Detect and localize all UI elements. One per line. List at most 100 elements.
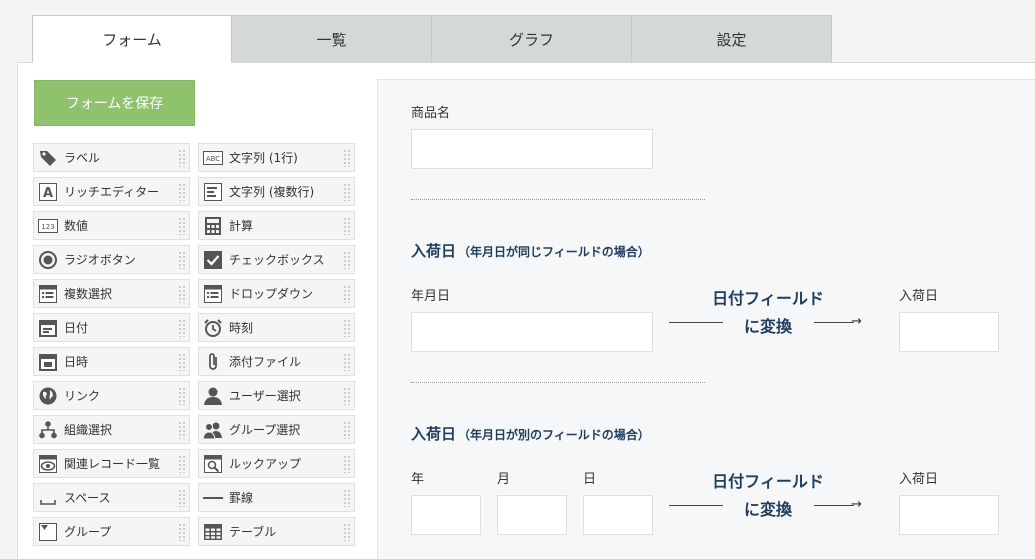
tab-list[interactable]: 一覧 — [232, 15, 432, 63]
drag-handle-icon[interactable] — [178, 183, 185, 201]
user-icon — [203, 386, 223, 406]
palette-item-checkbox[interactable]: チェックボックス — [198, 245, 355, 274]
tab-graph[interactable]: グラフ — [432, 15, 632, 63]
drag-handle-icon[interactable] — [178, 489, 185, 507]
ymd-field[interactable] — [411, 312, 653, 352]
drag-handle-icon[interactable] — [343, 149, 350, 167]
tab-settings[interactable]: 設定 — [632, 15, 832, 63]
palette-item-number[interactable]: 123 数値 — [33, 211, 190, 240]
palette-item-text: 日付 — [64, 321, 89, 335]
divider — [411, 382, 705, 383]
arrow-right-icon: → — [851, 314, 862, 329]
palette-item-text: チェックボックス — [229, 253, 325, 267]
section-title: 入荷日 — [411, 242, 457, 260]
connector-line — [814, 505, 854, 506]
drag-handle-icon[interactable] — [178, 285, 185, 303]
drag-handle-icon[interactable] — [178, 455, 185, 473]
checkbox-icon — [203, 250, 223, 270]
arrival-date-field[interactable] — [899, 495, 999, 535]
conversion-title: 日付フィールド — [712, 289, 824, 308]
drag-handle-icon[interactable] — [343, 523, 350, 541]
radio-icon — [38, 250, 58, 270]
abc-icon: ABC — [203, 148, 223, 168]
palette-item-text: リンク — [64, 389, 101, 403]
drag-handle-icon[interactable] — [343, 319, 350, 337]
palette-item-rich-editor[interactable]: A リッチエディター — [33, 177, 190, 206]
conversion-title: 日付フィールド — [712, 472, 824, 491]
drag-handle-icon[interactable] — [343, 251, 350, 269]
palette-item-single-line-text[interactable]: ABC 文字列 (1行) — [198, 143, 355, 172]
drag-handle-icon[interactable] — [343, 455, 350, 473]
drag-handle-icon[interactable] — [178, 353, 185, 371]
palette-item-text: グループ選択 — [229, 423, 301, 437]
drag-handle-icon[interactable] — [178, 387, 185, 405]
palette-item-text: ラベル — [64, 151, 101, 165]
palette-item-dropdown[interactable]: ドロップダウン — [198, 279, 355, 308]
product-name-field[interactable] — [411, 129, 653, 169]
drag-handle-icon[interactable] — [343, 183, 350, 201]
palette-item-group[interactable]: グループ — [33, 517, 190, 546]
palette-item-link[interactable]: リンク — [33, 381, 190, 410]
palette-item-space[interactable]: スペース — [33, 483, 190, 512]
drag-handle-icon[interactable] — [343, 421, 350, 439]
arrival-date-label: 入荷日 — [899, 289, 939, 304]
arrival-date-label: 入荷日 — [899, 472, 939, 487]
palette-item-date[interactable]: 日付 — [33, 313, 190, 342]
svg-text:123: 123 — [41, 223, 54, 231]
tab-form[interactable]: フォーム — [32, 15, 232, 63]
drag-handle-icon[interactable] — [178, 523, 185, 541]
palette-item-related-records[interactable]: 関連レコード一覧 — [33, 449, 190, 478]
save-form-button[interactable]: フォームを保存 — [34, 80, 195, 126]
drag-handle-icon[interactable] — [343, 489, 350, 507]
palette-item-text: スペース — [64, 491, 111, 505]
arrow-right-icon: → — [851, 497, 862, 512]
drag-handle-icon[interactable] — [178, 251, 185, 269]
palette-item-table[interactable]: テーブル — [198, 517, 355, 546]
palette-item-text: テーブル — [229, 525, 277, 539]
arrival-date-field[interactable] — [899, 312, 999, 352]
palette-item-attachment[interactable]: 添付ファイル — [198, 347, 355, 376]
palette-item-time[interactable]: 時刻 — [198, 313, 355, 342]
drag-handle-icon[interactable] — [178, 149, 185, 167]
palette-item-text: 日時 — [64, 355, 89, 369]
related-records-icon — [38, 454, 58, 474]
day-field[interactable] — [583, 495, 653, 535]
palette-item-lookup[interactable]: ルックアップ — [198, 449, 355, 478]
drag-handle-icon[interactable] — [343, 217, 350, 235]
calculator-icon — [203, 216, 223, 236]
palette-item-calc[interactable]: 計算 — [198, 211, 355, 240]
svg-text:A: A — [43, 186, 53, 201]
drag-handle-icon[interactable] — [178, 217, 185, 235]
drag-handle-icon[interactable] — [343, 285, 350, 303]
section-heading: 入荷日 （年月日が別のフィールドの場合） — [411, 423, 650, 444]
drag-handle-icon[interactable] — [343, 387, 350, 405]
drag-handle-icon[interactable] — [178, 421, 185, 439]
space-icon — [38, 488, 58, 508]
year-field[interactable] — [411, 495, 481, 535]
svg-text:ABC: ABC — [206, 155, 220, 163]
org-icon — [38, 420, 58, 440]
palette-item-border-line[interactable]: 罫線 — [198, 483, 355, 512]
palette-item-radio[interactable]: ラジオボタン — [33, 245, 190, 274]
conversion-subtitle: に変換 — [743, 317, 792, 336]
palette-item-user-select[interactable]: ユーザー選択 — [198, 381, 355, 410]
palette-item-datetime[interactable]: 日時 — [33, 347, 190, 376]
drag-handle-icon[interactable] — [343, 353, 350, 371]
palette-item-multi-select[interactable]: 複数選択 — [33, 279, 190, 308]
group-field-icon — [38, 522, 58, 542]
section-subtitle: （年月日が同じフィールドの場合） — [458, 245, 650, 259]
palette-item-text: ラジオボタン — [64, 253, 136, 267]
palette-item-label[interactable]: ラベル — [33, 143, 190, 172]
clock-icon — [203, 318, 223, 338]
palette-item-text: 計算 — [229, 219, 254, 233]
number-icon: 123 — [38, 216, 58, 236]
palette-item-multi-line-text[interactable]: 文字列 (複数行) — [198, 177, 355, 206]
month-field[interactable] — [497, 495, 567, 535]
group-icon — [203, 420, 223, 440]
palette-item-org-select[interactable]: 組織選択 — [33, 415, 190, 444]
palette-item-text: 添付ファイル — [229, 355, 302, 369]
palette-item-group-select[interactable]: グループ選択 — [198, 415, 355, 444]
palette-item-text: ドロップダウン — [229, 287, 314, 301]
dropdown-icon — [203, 284, 223, 304]
drag-handle-icon[interactable] — [178, 319, 185, 337]
